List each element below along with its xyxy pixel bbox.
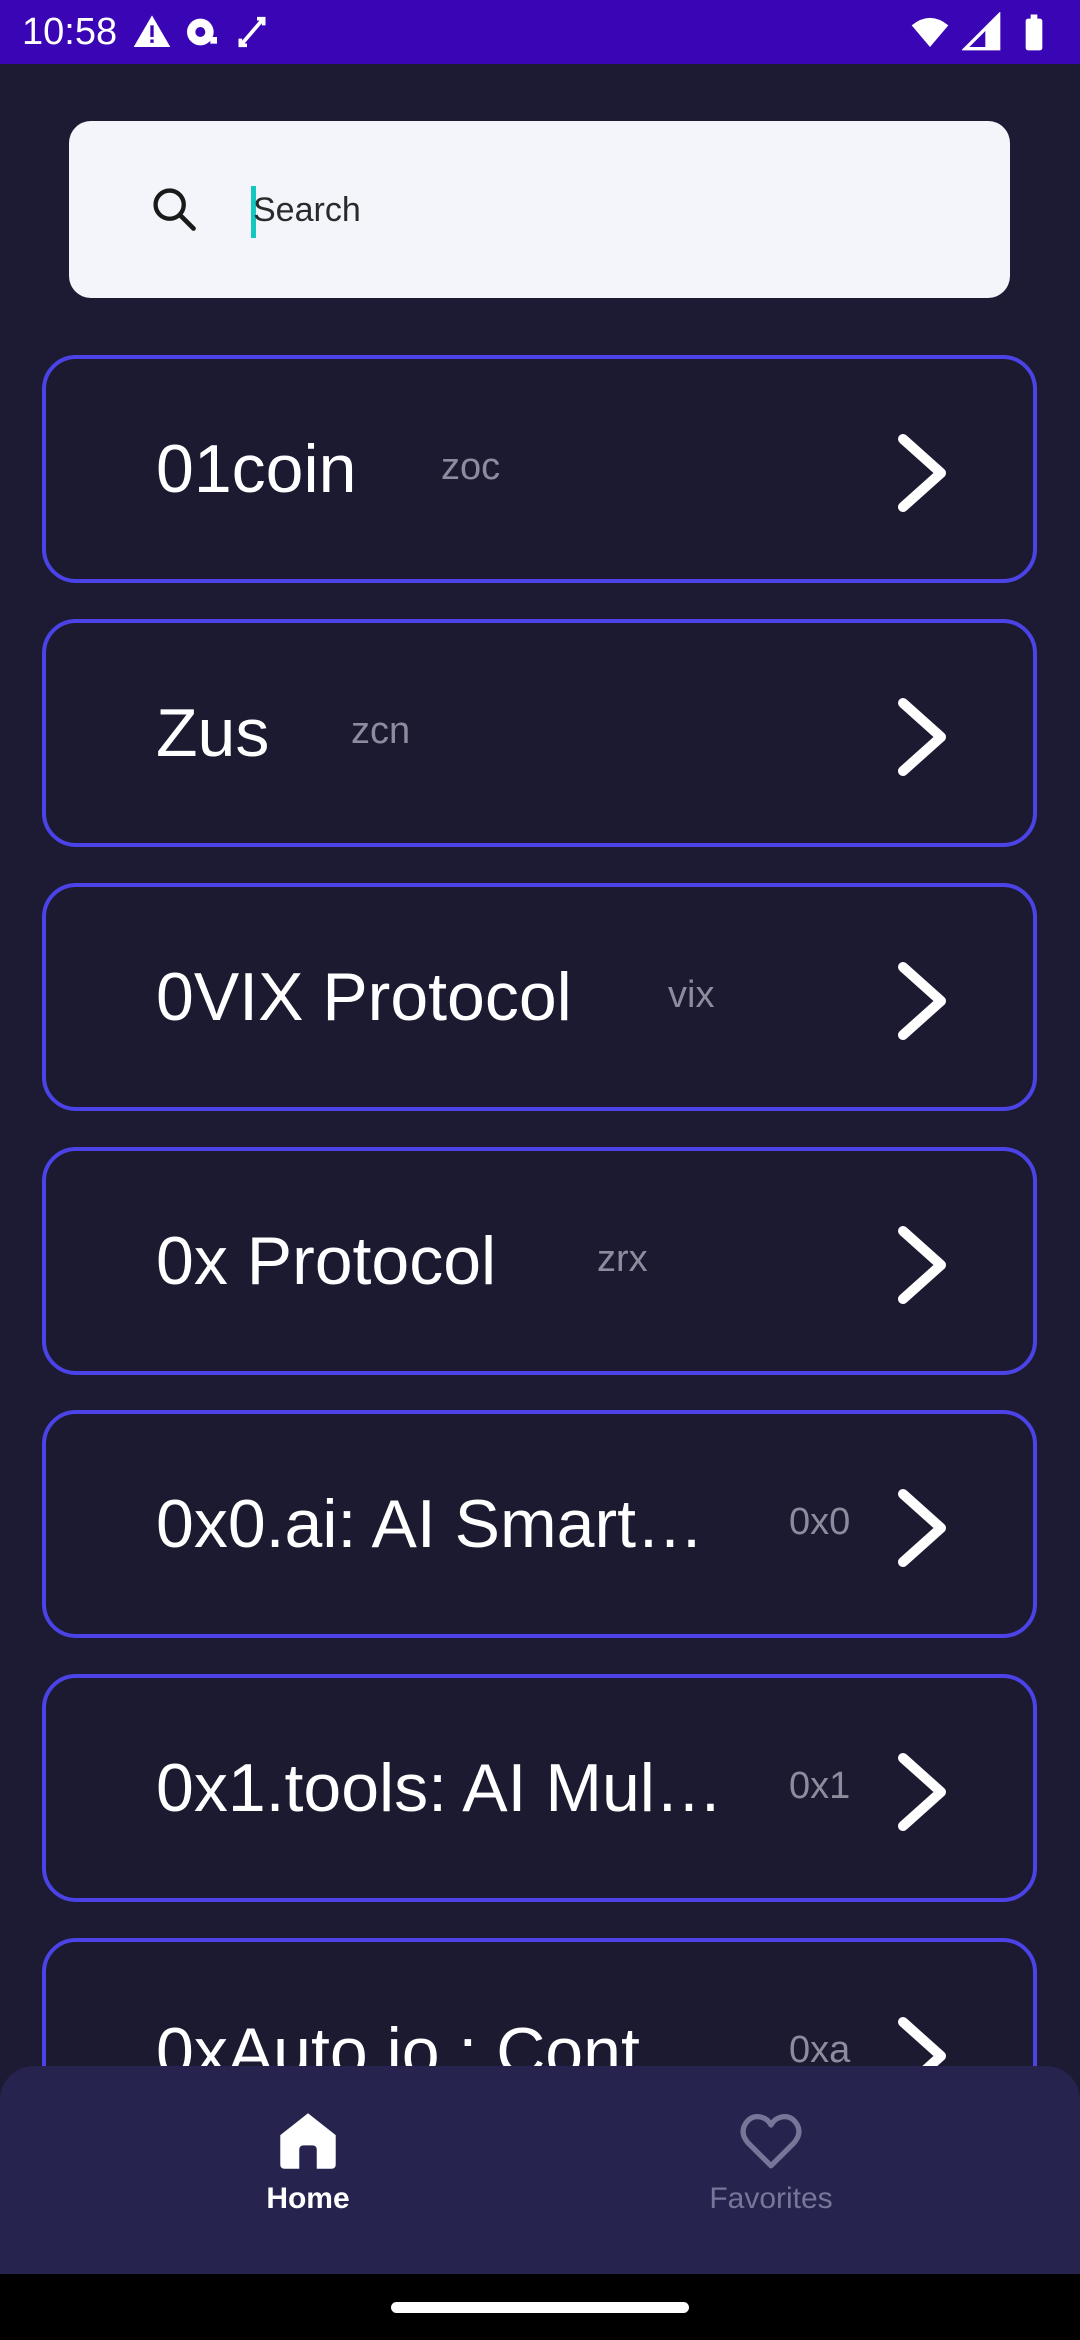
coin-card[interactable]: 0VIX Protocol vix	[42, 883, 1037, 1111]
bottom-navigation: Home Favorites	[0, 2066, 1080, 2274]
system-navigation-area	[0, 2274, 1080, 2340]
nav-favorites-label: Favorites	[709, 2182, 833, 2215]
coin-symbol: zcn	[351, 710, 411, 752]
coin-symbol: zoc	[441, 446, 501, 488]
coin-name: 0x Protocol	[156, 1223, 497, 1299]
coin-card[interactable]: 0x1.tools: AI Mul… 0x1	[42, 1674, 1037, 1902]
coin-symbol: vix	[668, 974, 715, 1016]
coin-card[interactable]: 01coin zoc	[42, 355, 1037, 583]
nav-home-label: Home	[266, 2182, 350, 2215]
coin-name: 0x0.ai: AI Smart…	[156, 1486, 704, 1562]
nav-home[interactable]: Home	[158, 2106, 458, 2216]
chevron-right-icon	[898, 698, 946, 776]
coin-symbol: 0x0	[789, 1501, 851, 1543]
coin-card[interactable]: 0x Protocol zrx	[42, 1147, 1037, 1375]
coin-symbol: zrx	[597, 1238, 648, 1280]
coin-name: 01coin	[156, 431, 357, 507]
coin-name: Zus	[156, 695, 270, 771]
coin-card[interactable]: 0x0.ai: AI Smart… 0x0	[42, 1410, 1037, 1638]
chevron-right-icon	[898, 1753, 946, 1831]
heart-icon	[740, 2114, 802, 2169]
chevron-right-icon	[898, 1489, 946, 1567]
home-icon	[280, 2113, 336, 2169]
coin-name: 0x1.tools: AI Mul…	[156, 1750, 723, 1826]
coin-list: 01coin zoc Zus zcn 0VIX Protocol vix 0x …	[0, 0, 1080, 2340]
chevron-right-icon	[898, 434, 946, 512]
chevron-right-icon	[898, 962, 946, 1040]
nav-favorites[interactable]: Favorites	[621, 2106, 921, 2216]
coin-card[interactable]: Zus zcn	[42, 619, 1037, 847]
chevron-right-icon	[898, 1226, 946, 1304]
coin-symbol: 0x1	[789, 1765, 851, 1807]
coin-name: 0VIX Protocol	[156, 959, 572, 1035]
gesture-handle[interactable]	[391, 2302, 689, 2313]
